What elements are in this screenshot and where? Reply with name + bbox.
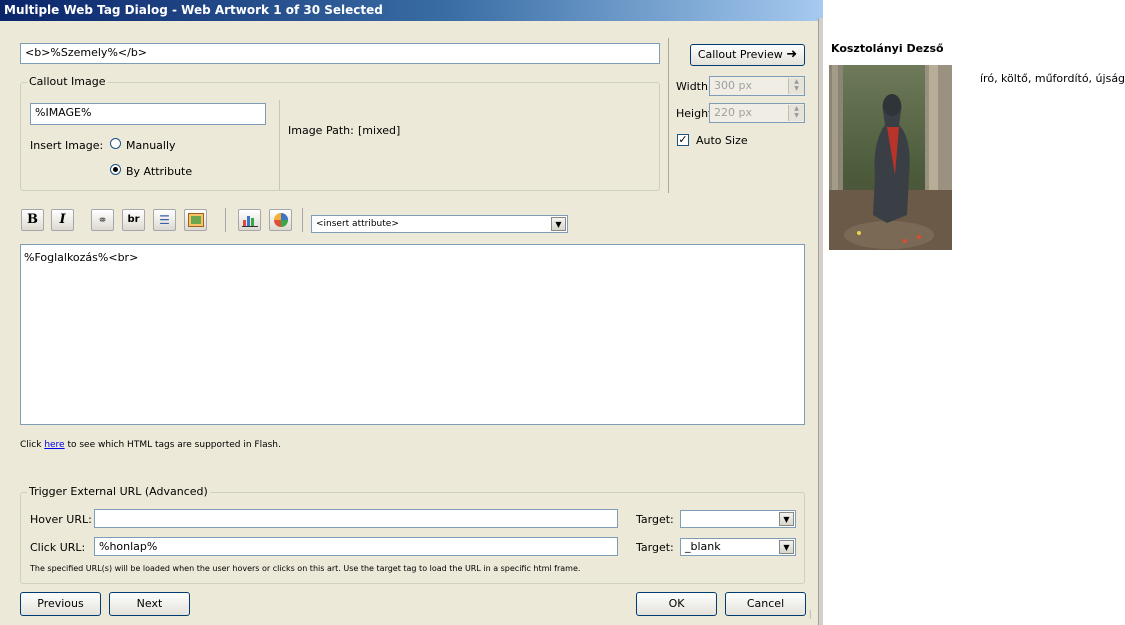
bold-button[interactable]: B (21, 209, 44, 231)
radio-manually-label: Manually (126, 139, 176, 152)
link-icon[interactable]: ⚭ (91, 209, 114, 231)
radio-manually[interactable] (110, 138, 121, 149)
image-path-label: Image Path: (288, 124, 354, 137)
help-text: Click here to see which HTML tags are su… (20, 440, 281, 450)
insert-attribute-dropdown[interactable]: <insert attribute> ▼ (311, 215, 568, 233)
color-icon[interactable] (269, 209, 292, 231)
image-field[interactable]: %IMAGE% (30, 103, 266, 125)
help-suffix: to see which HTML tags are supported in … (64, 440, 281, 450)
click-url-field[interactable]: %honlap% (94, 537, 618, 556)
arrow-right-icon: ➜ (786, 47, 798, 62)
help-prefix: Click (20, 440, 45, 450)
trigger-note: The specified URL(s) will be loaded when… (30, 564, 581, 573)
auto-size-checkbox[interactable]: ✓ (677, 134, 689, 146)
next-button[interactable]: Next (109, 592, 190, 616)
hover-target-label: Target: (636, 513, 674, 526)
line-break-button[interactable]: br (122, 209, 145, 231)
preview-name: Kosztolányi Dezső (831, 42, 944, 55)
hover-target-dropdown[interactable]: ▼ (680, 510, 796, 528)
bar-chart-icon (241, 216, 258, 227)
html-editor[interactable]: %Foglalkozás%<br> (20, 244, 805, 425)
dialog-title[interactable]: Multiple Web Tag Dialog - Web Artwork 1 … (0, 0, 823, 21)
chart-icon[interactable] (238, 209, 261, 231)
toolbar-separator (225, 208, 226, 232)
insert-image-icon[interactable] (184, 209, 207, 231)
radio-by-attribute[interactable] (110, 164, 121, 175)
br-label: br (127, 214, 140, 225)
auto-size-label: Auto Size (696, 134, 748, 147)
previous-button[interactable]: Previous (20, 592, 101, 616)
width-spinner[interactable]: ▲ ▼ (788, 78, 804, 94)
click-url-label: Click URL: (30, 541, 86, 554)
click-target-label: Target: (636, 541, 674, 554)
hover-url-field[interactable] (94, 509, 618, 528)
resize-grip-icon[interactable]: ∣ (808, 610, 818, 620)
callout-preview-button[interactable]: Callout Preview ➜ (690, 44, 805, 66)
dialog-right-edge (818, 18, 823, 625)
chevron-down-icon[interactable]: ▼ (779, 512, 794, 526)
trigger-url-group-label: Trigger External URL (Advanced) (27, 485, 210, 498)
hover-url-label: Hover URL: (30, 513, 92, 526)
editor-content: %Foglalkozás%<br> (24, 251, 139, 264)
color-wheel-icon (273, 213, 288, 227)
width-value: 300 px (714, 79, 752, 92)
italic-button[interactable]: I (51, 209, 74, 231)
click-target-value: _blank (685, 540, 721, 553)
group-divider (279, 100, 280, 190)
callout-preview-label: Callout Preview (697, 48, 783, 61)
insert-attribute-value: <insert attribute> (316, 219, 399, 229)
insert-image-label: Insert Image: (30, 139, 104, 152)
picture-icon (187, 213, 204, 227)
radio-by-attribute-label: By Attribute (126, 165, 193, 178)
cancel-button[interactable]: Cancel (725, 592, 806, 616)
height-value: 220 px (714, 106, 752, 119)
image-path-value: [mixed] (358, 124, 401, 137)
callout-title-field[interactable]: <b>%Szemely%</b> (20, 43, 660, 64)
callout-image-group-label: Callout Image (27, 75, 108, 88)
statue-photo-image (829, 65, 952, 250)
preview-photo (829, 65, 952, 250)
bullet-list-icon[interactable]: ☰ (153, 209, 176, 231)
click-target-dropdown[interactable]: _blank ▼ (680, 538, 796, 556)
chevron-down-icon[interactable]: ▼ (779, 540, 794, 554)
width-label: Width: (676, 80, 712, 93)
preview-description: író, költő, műfordító, újságíró (980, 72, 1125, 85)
web-tag-dialog: Multiple Web Tag Dialog - Web Artwork 1 … (0, 0, 823, 625)
height-spinner[interactable]: ▲ ▼ (788, 105, 804, 121)
chevron-down-icon[interactable]: ▼ (551, 217, 566, 231)
help-link[interactable]: here (44, 440, 64, 450)
toolbar-separator-2 (302, 208, 303, 232)
vertical-divider (668, 38, 669, 193)
ok-button[interactable]: OK (636, 592, 717, 616)
